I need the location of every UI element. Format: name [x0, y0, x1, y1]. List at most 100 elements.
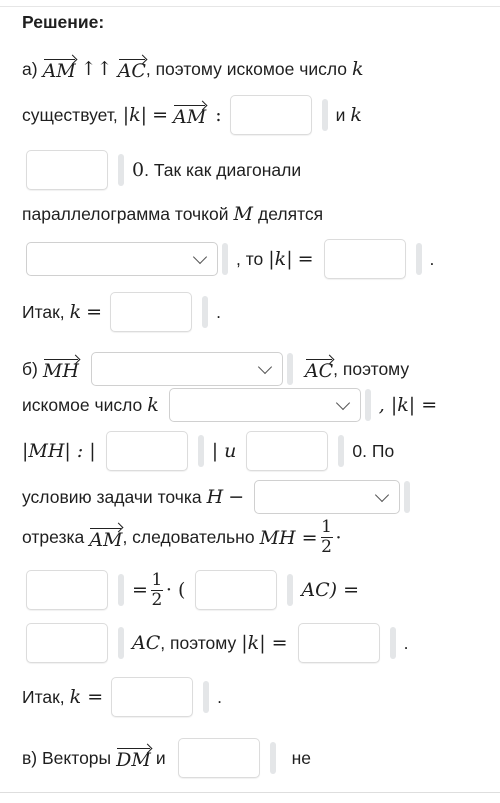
- vector-am: AM: [43, 56, 76, 82]
- text: , поэтому искомое число: [145, 58, 347, 79]
- vector-dm: DM: [116, 745, 151, 771]
- part-c-label: в) Векторы: [22, 747, 112, 768]
- text: и: [335, 104, 346, 125]
- drag-handle[interactable]: [202, 296, 209, 328]
- text: Итак,: [22, 301, 65, 322]
- abs-k-equals: |k| =: [241, 632, 288, 654]
- existence-select[interactable]: [168, 388, 361, 422]
- part-a-line-5: , то |k| = .: [22, 239, 434, 279]
- open-paren: · (: [165, 579, 186, 601]
- period: .: [217, 686, 223, 707]
- part-b-line-4: условию задачи точка H −: [22, 480, 418, 514]
- answer-input[interactable]: [246, 431, 329, 471]
- part-b-line-1: б) MH AC , поэтому: [22, 352, 409, 386]
- denominator: 2: [321, 537, 332, 557]
- numerator: 1: [321, 517, 332, 537]
- answer-input[interactable]: [111, 677, 194, 717]
- drag-handle[interactable]: [338, 435, 345, 467]
- division-ratio-select[interactable]: [26, 242, 218, 276]
- text: условию задачи точка: [22, 486, 202, 507]
- part-a-line-1: а) AM ↑↑ AC , поэтому искомое число k: [22, 56, 364, 82]
- abs-k: |k|: [122, 104, 148, 126]
- part-a-line-2: существует, |k| = AM : и k: [22, 95, 362, 135]
- codirectional-symbol: ↑↑: [80, 58, 113, 80]
- text: существует,: [22, 104, 118, 125]
- direction-select[interactable]: [90, 352, 283, 386]
- part-a-line-4: параллелограмма точкой M делятся: [22, 203, 323, 225]
- dash: −: [228, 486, 245, 508]
- drag-handle[interactable]: [118, 627, 124, 659]
- chevron-down-icon: [257, 359, 272, 374]
- drag-handle[interactable]: [222, 243, 228, 275]
- answer-input[interactable]: [26, 150, 108, 190]
- text: параллелограмма точкой: [22, 203, 229, 224]
- vector-ac: AC: [118, 56, 146, 82]
- vector-ac: AC: [305, 356, 333, 382]
- part-b-line-2: искомое число k , |k| =: [22, 388, 437, 422]
- drag-handle[interactable]: [364, 389, 371, 421]
- colon: :: [215, 104, 222, 126]
- part-b-label: б): [22, 358, 38, 379]
- denominator: 2: [151, 589, 163, 610]
- text: не: [291, 747, 311, 768]
- answer-input[interactable]: [177, 738, 260, 778]
- chevron-down-icon: [192, 249, 208, 264]
- drag-handle[interactable]: [269, 742, 276, 774]
- answer-input[interactable]: [26, 623, 108, 663]
- part-b-line-7: AC , поэтому |k| = .: [22, 623, 408, 663]
- drag-handle[interactable]: [321, 99, 328, 131]
- solution-heading: Решение:: [22, 12, 105, 32]
- fraction-one-half: 1 2: [320, 517, 333, 557]
- drag-handle[interactable]: [197, 435, 204, 467]
- top-divider: [0, 6, 500, 7]
- answer-input[interactable]: [195, 570, 278, 610]
- answer-input[interactable]: [229, 95, 312, 135]
- vector-am: AM: [173, 102, 206, 128]
- var-k: k: [351, 58, 364, 80]
- drag-handle[interactable]: [118, 574, 124, 606]
- answer-input[interactable]: [110, 292, 193, 332]
- answer-input[interactable]: [297, 623, 380, 663]
- drag-handle[interactable]: [389, 627, 396, 659]
- part-a-line-3: 0 . Так как диагонали: [22, 150, 301, 190]
- mh-equals: MH =: [259, 526, 318, 549]
- equals-sign: =: [152, 104, 169, 126]
- part-b-line-5: отрезка AM , следовательно MH = 1 2 ·: [22, 518, 342, 557]
- point-m: M: [233, 203, 254, 225]
- drag-handle[interactable]: [286, 353, 293, 385]
- text: , следовательно: [122, 527, 255, 547]
- var-k: k: [147, 394, 159, 416]
- fraction-one-half: 1 2: [150, 570, 163, 610]
- text: Итак,: [22, 686, 65, 707]
- abs-k: |k|: [268, 248, 293, 270]
- var-k: k: [350, 104, 362, 126]
- answer-input[interactable]: [105, 431, 188, 471]
- text: , поэтому: [160, 632, 237, 653]
- part-b-conclusion: Итак, k = .: [22, 677, 222, 717]
- text: и: [155, 747, 166, 768]
- period: .: [403, 632, 409, 653]
- chevron-down-icon: [335, 395, 350, 410]
- point-position-select[interactable]: [254, 480, 401, 514]
- text: , поэтому: [333, 358, 410, 379]
- k-equals: k =: [69, 686, 104, 708]
- zero: 0: [132, 159, 145, 181]
- part-c-line-1: в) Векторы DM и не: [22, 738, 311, 778]
- answer-input[interactable]: [26, 570, 108, 610]
- drag-handle[interactable]: [287, 574, 294, 606]
- period: .: [216, 301, 221, 322]
- drag-handle[interactable]: [203, 681, 210, 713]
- chevron-down-icon: [375, 487, 390, 502]
- bottom-divider: [0, 792, 500, 793]
- drag-handle[interactable]: [404, 481, 411, 513]
- abs-mh-ratio: |MH| : |: [22, 440, 96, 462]
- text: делятся: [258, 203, 324, 224]
- text: , то: [236, 248, 264, 269]
- answer-input[interactable]: [323, 239, 406, 279]
- ac: AC: [132, 632, 161, 654]
- equals-sign: =: [297, 248, 314, 270]
- drag-handle[interactable]: [415, 243, 422, 275]
- drag-handle[interactable]: [118, 154, 124, 186]
- period: .: [429, 248, 435, 269]
- abs-and-k: | и: [211, 440, 237, 462]
